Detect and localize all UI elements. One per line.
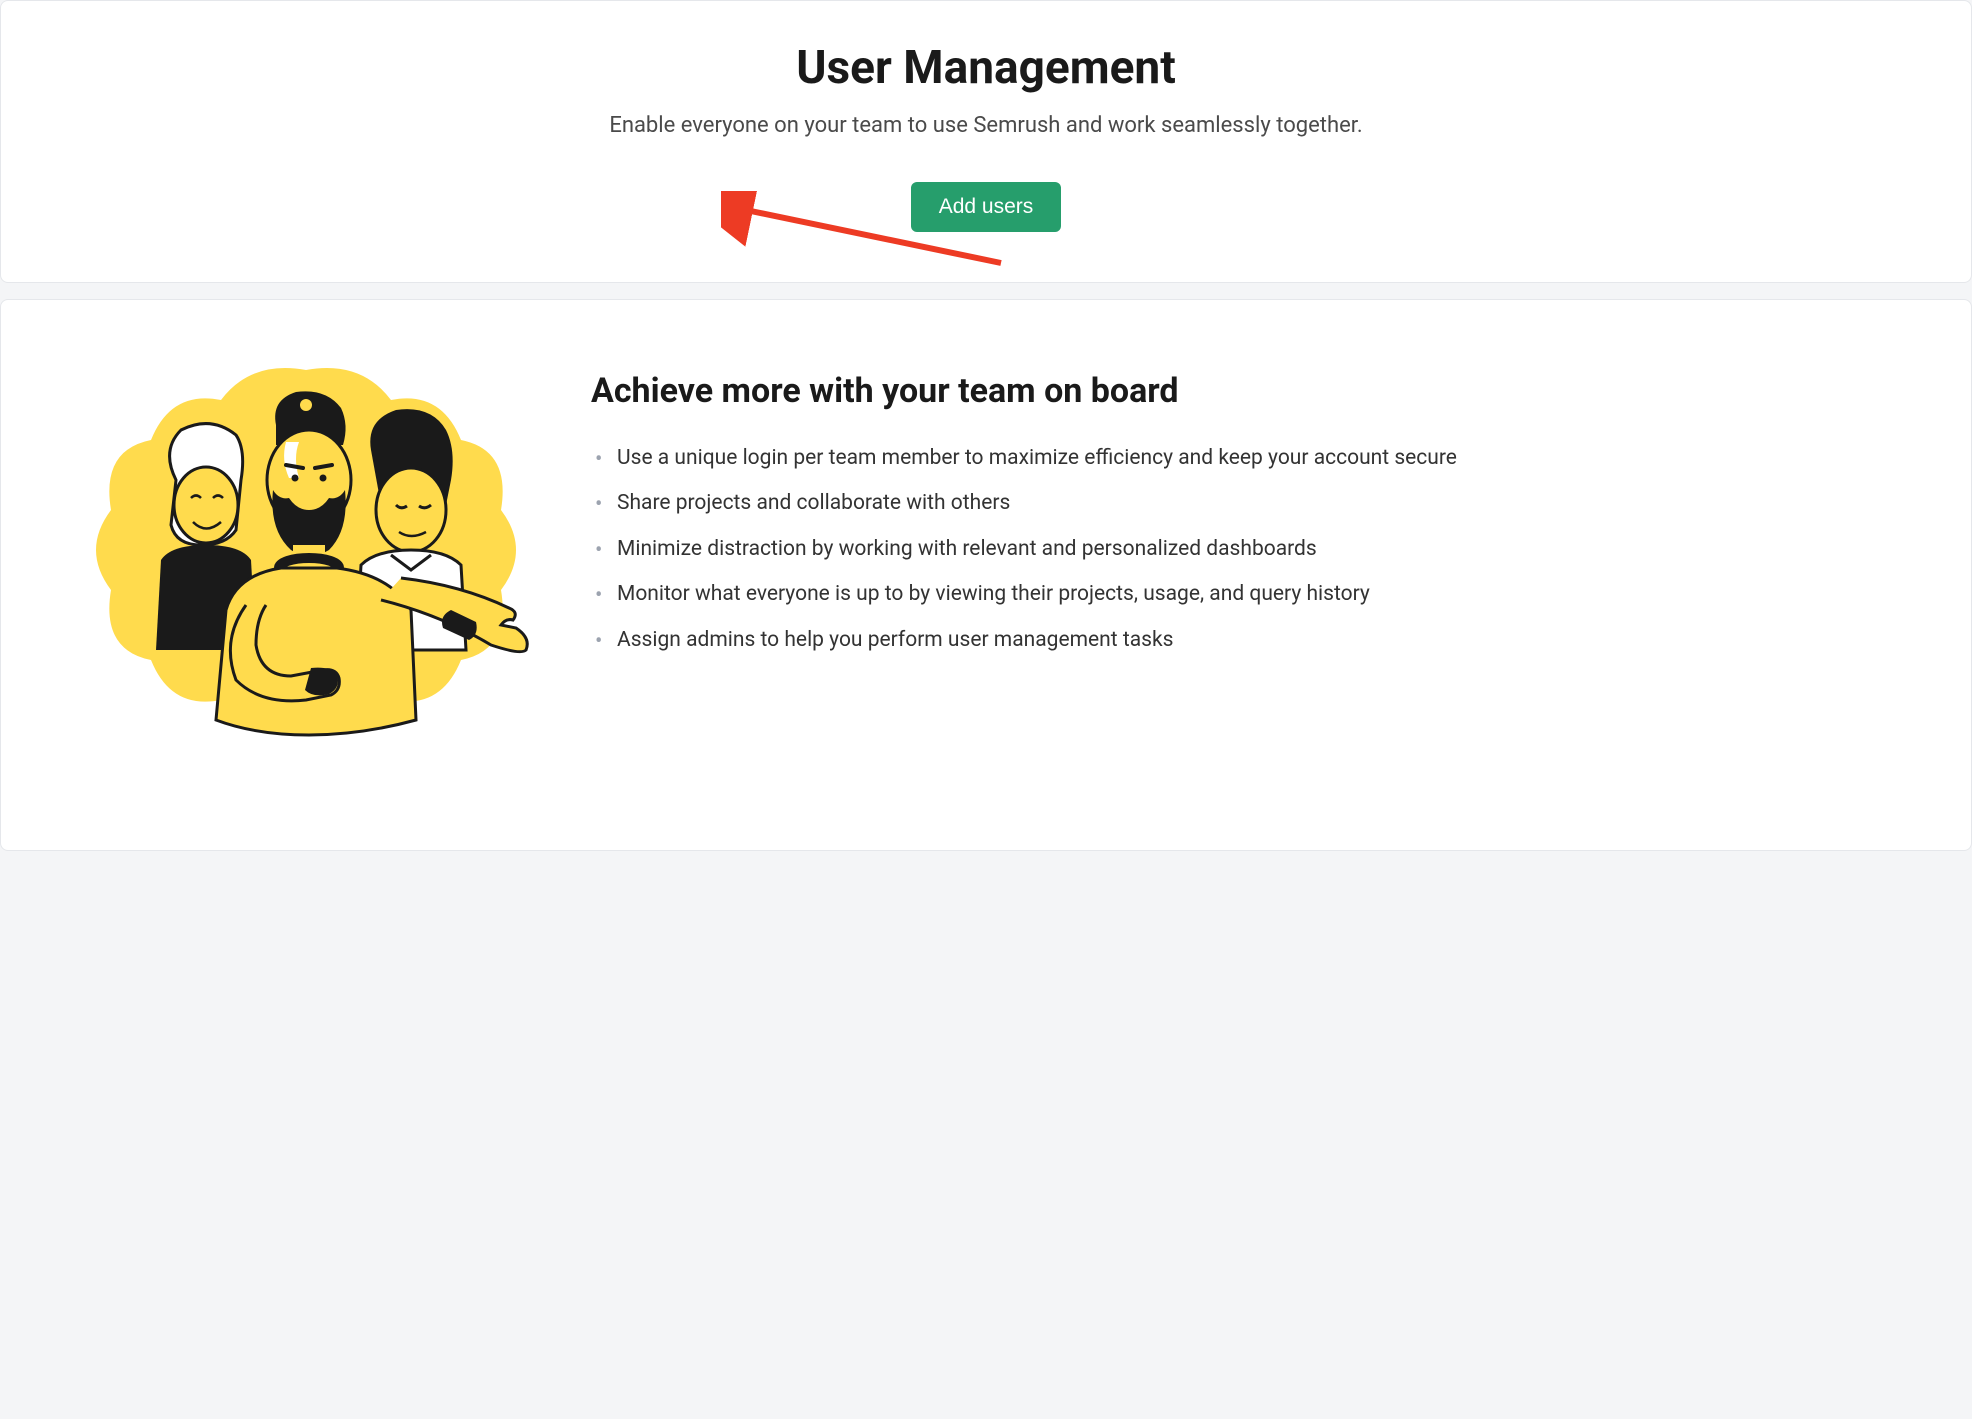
info-card: Achieve more with your team on board Use… — [0, 299, 1972, 851]
info-heading: Achieve more with your team on board — [591, 370, 1891, 413]
feature-list: Use a unique login per team member to ma… — [591, 443, 1891, 657]
page-subtitle: Enable everyone on your team to use Semr… — [61, 113, 1911, 138]
page-title: User Management — [61, 41, 1911, 95]
feature-item: Monitor what everyone is up to by viewin… — [591, 579, 1891, 611]
info-content: Achieve more with your team on board Use… — [591, 350, 1891, 670]
feature-item: Assign admins to help you perform user m… — [591, 625, 1891, 657]
header-card: User Management Enable everyone on your … — [0, 0, 1972, 283]
feature-item: Share projects and collaborate with othe… — [591, 488, 1891, 520]
add-users-button[interactable]: Add users — [911, 182, 1062, 232]
feature-item: Use a unique login per team member to ma… — [591, 443, 1891, 475]
team-illustration — [81, 350, 531, 750]
feature-item: Minimize distraction by working with rel… — [591, 534, 1891, 566]
